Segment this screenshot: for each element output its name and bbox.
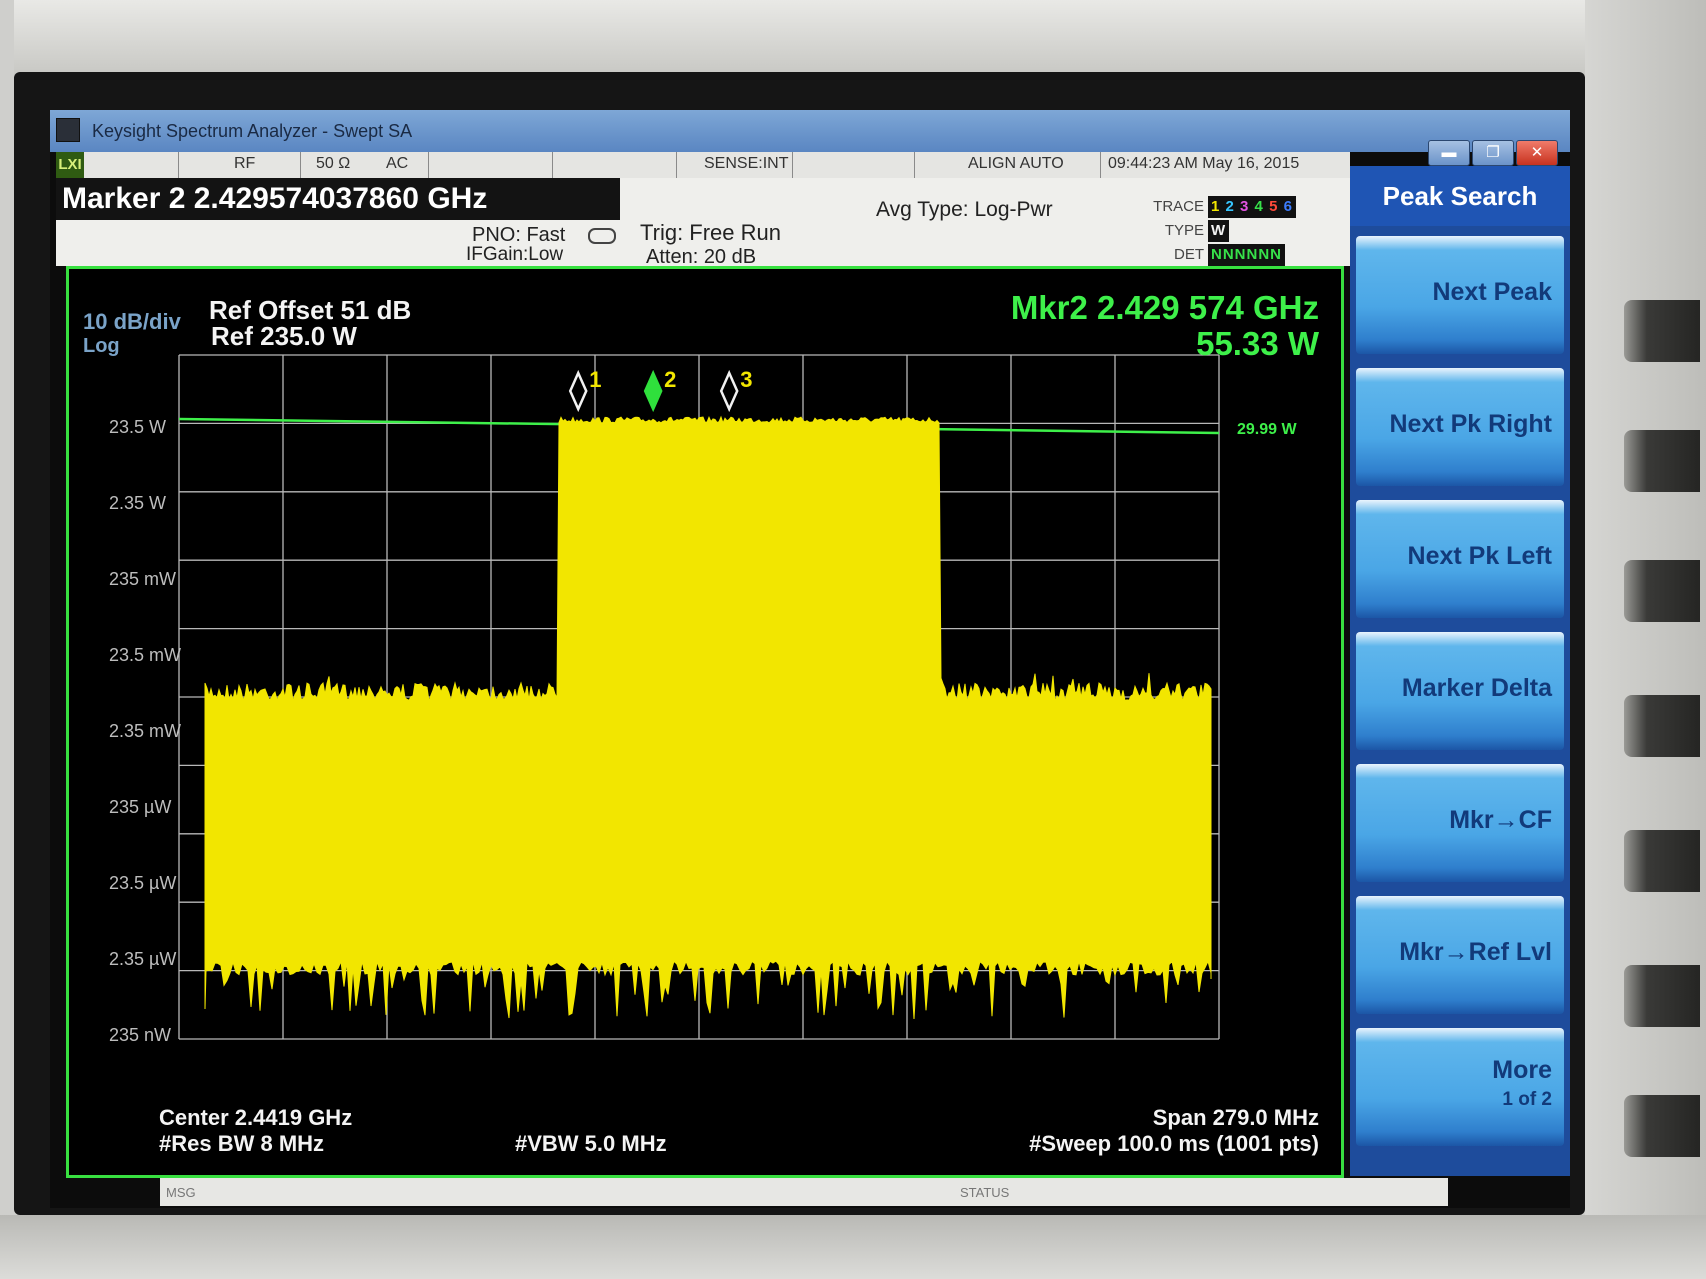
hardware-softkey-1[interactable] [1624,300,1700,362]
hardware-softkey-4[interactable] [1624,695,1700,757]
close-button[interactable]: ✕ [1516,140,1558,166]
loop-icon [588,228,616,244]
minimize-button[interactable]: ▬ [1428,140,1470,166]
y-tick-label: 2.35 µW [109,949,177,969]
status-align: ALIGN AUTO [968,155,1064,172]
softkey-panel: Peak Search Next Peak Next Pk Right Next… [1350,166,1570,1176]
softkey-label: Mkr→CF [1449,806,1552,834]
softkey-page-indicator: 1 of 2 [1502,1089,1552,1110]
type-label: TYPE [1164,222,1204,239]
det-label: DET [1174,246,1204,263]
trace-type-value: W [1208,220,1230,242]
trace-label: TRACE [1153,198,1204,215]
y-tick-label: 23.5 W [109,417,167,437]
instrument-bezel-top [0,0,1706,75]
spectrum-graph: 1 2 3 [178,354,1220,1040]
status-impedance: 50 Ω [316,155,351,172]
trace-number-5: 5 [1269,198,1279,215]
measurement-info-panel: Marker 2 2.429574037860 GHz PNO: Fast IF… [56,178,1350,268]
app-logo-icon [56,118,80,142]
center-frequency[interactable]: Center 2.4419 GHz [159,1105,352,1131]
y-tick-label: 23.5 µW [109,873,177,893]
lxi-badge: LXI [56,152,84,178]
status-sense: SENSE:INT [704,155,789,172]
instrument-bezel-right [1585,0,1706,1279]
softkey-label: Next Pk Left [1407,542,1552,570]
spectrum-trace [204,415,1212,1020]
status-coupling: AC [386,155,409,172]
message-bar: MSG STATUS [160,1178,1448,1206]
y-tick-label: 235 µW [109,797,172,817]
trace-number-4: 4 [1254,198,1264,215]
y-tick-label: 235 nW [109,1025,172,1045]
marker-2-label: 2 [664,367,676,392]
next-pk-right-softkey[interactable]: Next Pk Right [1356,368,1564,486]
status-bar: LXI RF 50 Ω AC SENSE:INT ALIGN AUTO 09:4… [56,152,1350,179]
hardware-softkey-7[interactable] [1624,1095,1700,1157]
softkey-label: Next Pk Right [1389,410,1552,438]
marker-frequency-readout: Mkr2 2.429 574 GHz [1010,289,1319,326]
hardware-softkey-3[interactable] [1624,560,1700,622]
marker-3-label: 3 [740,367,752,392]
softkey-label: Mkr→Ref Lvl [1399,938,1552,966]
display-line-label: 29.99 W [1237,421,1297,438]
average-type: Avg Type: Log-Pwr [876,198,1053,221]
marker-amplitude-readout: 55.33 W [1196,325,1319,362]
msg-label: MSG [166,1185,196,1200]
marker-3-diamond[interactable] [719,369,739,413]
status-rf: RF [234,155,256,172]
instrument-bezel-left [0,0,14,1279]
next-peak-softkey[interactable]: Next Peak [1356,236,1564,354]
window-title-bar: Keysight Spectrum Analyzer - Swept SA ▬ … [50,110,1570,166]
instrument-bezel-bottom [0,1215,1706,1279]
hardware-softkey-6[interactable] [1624,965,1700,1027]
ref-level: Ref 235.0 W [211,321,357,351]
trace-number-6: 6 [1283,198,1293,215]
trace-number-2: 2 [1225,198,1235,215]
span[interactable]: Span 279.0 MHz [999,1105,1319,1131]
more-softkey[interactable]: More 1 of 2 [1356,1028,1564,1146]
trace-indicator: TRACE 1 2 3 4 5 6 TYPE W DET NNNNNN [1130,196,1340,266]
next-pk-left-softkey[interactable]: Next Pk Left [1356,500,1564,618]
scale-type: Log [83,335,120,357]
marker-1-label: 1 [589,367,601,392]
active-marker-banner[interactable]: Marker 2 2.429574037860 GHz [56,178,620,220]
hardware-softkey-2[interactable] [1624,430,1700,492]
mkr-to-ref-lvl-softkey[interactable]: Mkr→Ref Lvl [1356,896,1564,1014]
scale-per-division: 10 dB/div [83,309,181,334]
y-tick-label: 2.35 mW [109,721,182,741]
softkey-label: Next Peak [1432,278,1552,306]
y-tick-label: 2.35 W [109,493,167,513]
restore-button[interactable]: ❐ [1472,140,1514,166]
status-datetime: 09:44:23 AM May 16, 2015 [1108,155,1300,172]
trace-numbers[interactable]: 1 2 3 4 5 6 [1208,196,1296,218]
marker-delta-softkey[interactable]: Marker Delta [1356,632,1564,750]
y-tick-label: 235 mW [109,569,177,589]
y-tick-label: 23.5 mW [109,645,182,665]
sweep-time[interactable]: #Sweep 100.0 ms (1001 pts) [849,1131,1319,1157]
detector-value: NNNNNN [1208,244,1285,266]
spectrum-plot[interactable]: 123 Ref Offset 51 dB Ref 235.0 W 10 dB/d… [66,266,1344,1178]
mkr-to-cf-softkey[interactable]: Mkr→CF [1356,764,1564,882]
hardware-softkey-5[interactable] [1624,830,1700,892]
marker-1-diamond[interactable] [568,369,588,413]
softkey-label: Marker Delta [1401,674,1552,702]
marker-2-diamond[interactable] [643,369,663,413]
analyzer-screen: Keysight Spectrum Analyzer - Swept SA ▬ … [50,110,1570,1208]
softkey-menu-title: Peak Search [1350,166,1570,226]
video-bandwidth[interactable]: #VBW 5.0 MHz [515,1131,667,1157]
trigger-setting: Trig: Free Run [640,220,782,245]
trace-number-3: 3 [1240,198,1250,215]
ifgain-setting: IFGain:Low [466,244,564,265]
resolution-bandwidth[interactable]: #Res BW 8 MHz [159,1131,324,1157]
window-title: Keysight Spectrum Analyzer - Swept SA [92,121,413,141]
status-label: STATUS [960,1185,1010,1200]
softkey-label: More [1492,1056,1552,1084]
marker-group: 1 2 3 [568,367,752,413]
trace-number-1: 1 [1211,198,1221,215]
